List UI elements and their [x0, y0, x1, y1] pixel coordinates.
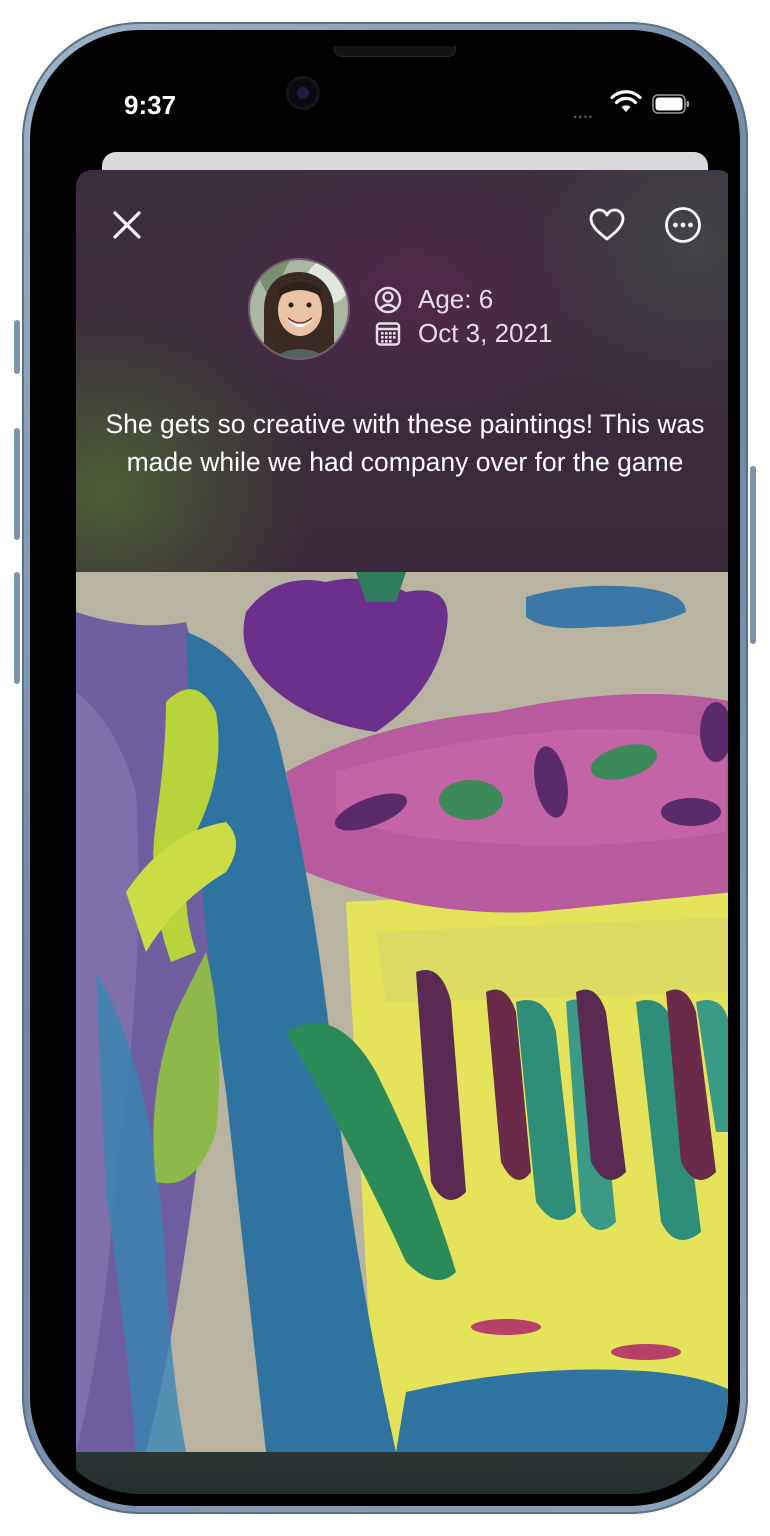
battery-icon	[652, 94, 689, 114]
calendar-icon	[375, 321, 401, 346]
earpiece-speaker	[334, 46, 456, 57]
post-detail-sheet: Age: 6 Oct 3, 2021 She gets so creative …	[76, 170, 728, 1494]
age-row: Age: 6	[374, 284, 493, 315]
bottom-bar	[76, 1452, 728, 1494]
cellular-signal-icon: ....	[572, 98, 593, 123]
age-label: Age: 6	[418, 284, 494, 314]
avatar[interactable]	[250, 260, 348, 358]
date-row: Oct 3, 2021	[374, 318, 552, 349]
front-camera	[286, 76, 320, 110]
phone-screen: 9:37 .... Age: 6 Oct 3, 2021 She gets so…	[42, 42, 728, 1494]
ellipsis-circle-icon[interactable]	[664, 206, 702, 244]
mute-switch	[14, 320, 20, 374]
date-label: Oct 3, 2021	[418, 318, 553, 348]
phone-frame: 9:37 .... Age: 6 Oct 3, 2021 She gets so…	[14, 22, 756, 1514]
painting-image[interactable]	[76, 572, 728, 1452]
volume-down-button	[14, 572, 20, 684]
volume-up-button	[14, 428, 20, 540]
person-circle-icon	[374, 286, 402, 313]
wifi-icon	[610, 90, 642, 112]
phone-bezel: 9:37 .... Age: 6 Oct 3, 2021 She gets so…	[30, 30, 740, 1506]
status-time: 9:37	[124, 90, 177, 120]
power-button	[750, 466, 756, 644]
post-caption: She gets so creative with these painting…	[105, 409, 705, 477]
heart-icon[interactable]	[588, 206, 626, 244]
close-icon[interactable]	[112, 210, 142, 240]
